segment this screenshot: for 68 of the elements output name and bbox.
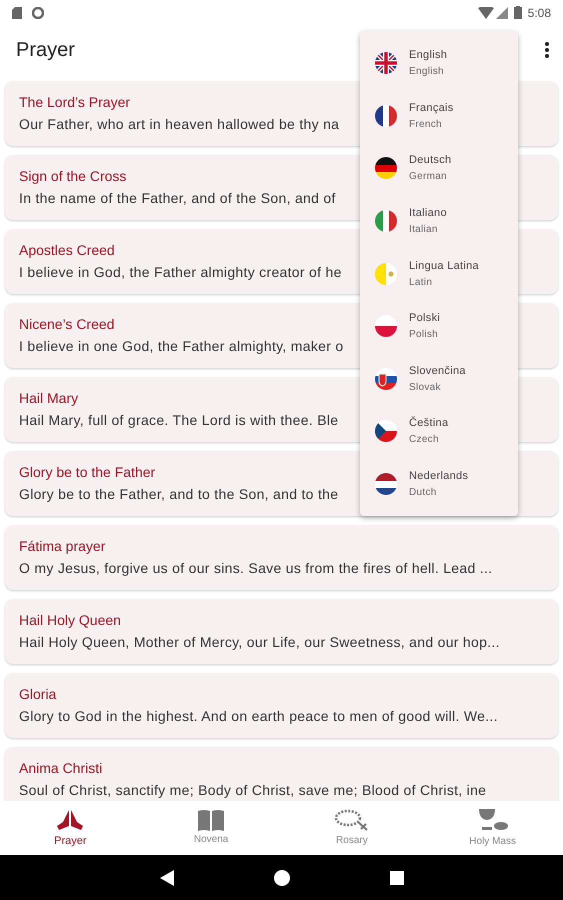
- prayer-title: Sign of the Cross: [19, 167, 126, 185]
- prayer-title: Apostles Creed: [19, 241, 115, 259]
- nav-tab[interactable]: Rosary: [282, 801, 422, 855]
- nav-tab[interactable]: Holy Mass: [422, 801, 563, 855]
- signal-icon: [496, 6, 508, 18]
- flag-icon: [375, 157, 397, 180]
- prayer-title: Anima Christi: [19, 759, 102, 777]
- prayer-excerpt: Hail Mary, full of grace. The Lord is with thee. Ble: [19, 411, 338, 429]
- wifi-icon: [478, 6, 494, 18]
- language-name: English: [409, 48, 448, 62]
- prayer-title: Nicene’s Creed: [19, 315, 114, 333]
- language-option[interactable]: Français French: [360, 90, 518, 142]
- flag-icon: [375, 262, 397, 285]
- language-name: Lingua Latina: [409, 258, 479, 273]
- prayer-excerpt: O my Jesus, forgive us of our sins. Save us from the fires of hell. Lead ...: [19, 559, 492, 577]
- prayer-card[interactable]: Anima Christi Soul of Christ, sanctify me; Body of Christ, save me; Blood of Christ, ine: [5, 747, 558, 801]
- prayer-excerpt: Soul of Christ, sanctify me; Body of Christ, save me; Blood of Christ, ine: [19, 781, 486, 799]
- prayer-excerpt: In the name of the Father, and of the Son, and of: [19, 189, 336, 207]
- flag-icon: [375, 473, 397, 496]
- prayer-excerpt: Our Father, who art in heaven hallowed be thy na: [19, 115, 340, 133]
- book-icon: [197, 809, 226, 831]
- prayer-card[interactable]: Fátima prayer O my Jesus, forgive us of our sins. Save us from the fires of hell. Lead ...: [5, 525, 558, 590]
- language-english-name: German: [409, 170, 448, 184]
- flag-icon: [375, 368, 397, 390]
- prayer-excerpt: Hail Holy Queen, Mother of Mercy, our Life, our Sweetness, and our hop...: [19, 633, 500, 651]
- language-name: Français: [409, 100, 454, 115]
- language-name: Polski: [409, 311, 440, 326]
- language-name: Čeština: [409, 416, 448, 430]
- back-icon[interactable]: [160, 870, 174, 886]
- prayer-excerpt: I believe in one God, the Father almighty, maker o: [19, 337, 344, 355]
- chalice-icon: [476, 807, 509, 833]
- language-english-name: Polish: [409, 328, 440, 342]
- flag-icon: [375, 210, 397, 232]
- flag-icon: [375, 420, 397, 442]
- sd-card-icon: [12, 6, 22, 18]
- flag-icon: [375, 315, 397, 338]
- language-english-name: Latin: [409, 276, 434, 289]
- language-english-name: French: [409, 118, 443, 131]
- prayer-title: Fátima prayer: [19, 537, 106, 555]
- language-name: Nederlands: [409, 469, 468, 484]
- flag-icon: [375, 104, 397, 127]
- nav-tab[interactable]: Novena: [140, 801, 282, 855]
- recents-icon[interactable]: [390, 870, 404, 884]
- prayer-card[interactable]: Gloria Glory to God in the highest. And on earth peace to men of good will. We...: [5, 673, 558, 738]
- clock-time: 5:08: [528, 4, 551, 22]
- praying-hands-icon: [55, 808, 86, 832]
- prayer-card[interactable]: Hail Holy Queen Hail Holy Queen, Mother of Mercy, our Life, our Sweetness, and our hop...: [5, 599, 558, 664]
- language-option[interactable]: Nederlands Dutch: [360, 458, 518, 510]
- language-name: Italiano: [409, 206, 447, 220]
- prayer-excerpt: Glory to God in the highest. And on earth peace to men of good will. We...: [19, 707, 498, 725]
- flag-icon: [375, 52, 397, 74]
- battery-icon: [514, 6, 522, 19]
- prayer-title: Hail Holy Queen: [19, 611, 121, 629]
- prayer-title: Glory be to the Father: [19, 463, 156, 481]
- app-title: Prayer: [16, 38, 75, 63]
- language-english-name: Slovak: [409, 380, 442, 394]
- prayer-excerpt: I believe in God, the Father almighty creator of he: [19, 263, 342, 281]
- language-name: Deutsch: [409, 153, 452, 168]
- nav-tab[interactable]: Prayer: [0, 801, 141, 855]
- language-english-name: Dutch: [409, 486, 438, 500]
- prayer-title: Gloria: [19, 685, 56, 703]
- rosary-icon: [334, 808, 370, 832]
- prayer-excerpt: Glory be to the Father, and to the Son, and to the: [19, 485, 338, 503]
- prayer-title: The Lord’s Prayer: [19, 93, 130, 111]
- language-english-name: English: [409, 65, 445, 78]
- prayer-title: Hail Mary: [19, 389, 78, 407]
- home-icon[interactable]: [274, 870, 290, 886]
- more-options-icon[interactable]: [545, 42, 549, 58]
